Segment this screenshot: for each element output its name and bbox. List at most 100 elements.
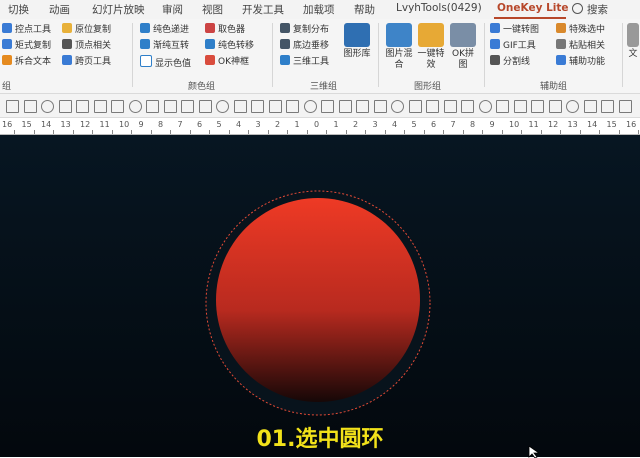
- copy-distribute-icon: [280, 23, 290, 33]
- ribbon-item[interactable]: 控点工具: [2, 23, 51, 37]
- ruler-number: 12: [548, 120, 559, 129]
- toolbar-button-icon[interactable]: [478, 100, 492, 113]
- red-gradient-circle[interactable]: [216, 198, 420, 402]
- toolbar-button-icon[interactable]: [93, 100, 107, 113]
- ruler-tick: [579, 130, 581, 134]
- ruler-number: 8: [470, 120, 476, 129]
- toolbar-button-icon[interactable]: [6, 100, 19, 113]
- ruler-tick: [462, 130, 464, 134]
- ruler-number: 11: [528, 120, 539, 129]
- copy-in-place-icon: [62, 23, 72, 33]
- ruler-number: 6: [431, 120, 437, 129]
- toolbar-button-icon[interactable]: [181, 100, 194, 113]
- tab-addins[interactable]: 加载项: [303, 2, 335, 17]
- ribbon-item[interactable]: 三维工具: [280, 55, 329, 69]
- search-box[interactable]: 搜索: [572, 2, 608, 17]
- ruler-tick: [618, 130, 620, 134]
- ribbon-item[interactable]: 原位复制: [62, 23, 111, 37]
- ribbon-item[interactable]: 拆合文本: [2, 55, 51, 69]
- toolbar-button-icon[interactable]: [198, 100, 212, 113]
- ribbon-item[interactable]: 纯色递进: [140, 23, 189, 37]
- tab-onekey-lite[interactable]: OneKey Lite: [497, 2, 569, 14]
- ruler-number: 6: [197, 120, 203, 129]
- toolbar-button-icon[interactable]: [338, 100, 352, 113]
- tab-transitions[interactable]: 切换: [8, 2, 29, 17]
- toolbar-button-icon[interactable]: [548, 100, 562, 113]
- toolbar-button-icon[interactable]: [23, 100, 37, 113]
- toolbar-button-icon[interactable]: [618, 100, 632, 113]
- toolbar-button-icon[interactable]: [461, 100, 474, 113]
- ruler-number: 16: [2, 120, 13, 129]
- toolbar-button-icon[interactable]: [76, 100, 89, 113]
- toolbar-button-icon[interactable]: [163, 100, 177, 113]
- toolbar-button-icon[interactable]: [443, 100, 457, 113]
- shape-library-button[interactable]: 图形库: [342, 23, 372, 60]
- ruler-tick: [228, 130, 230, 134]
- ribbon-item[interactable]: 复制分布: [280, 23, 329, 37]
- toolbar-button-icon[interactable]: [496, 100, 509, 113]
- toolbar-button-icon[interactable]: [233, 100, 247, 113]
- toolbar-button-icon[interactable]: [303, 100, 317, 113]
- ruler-number: 11: [99, 120, 110, 129]
- toolbar-button-icon[interactable]: [58, 100, 72, 113]
- ribbon-item[interactable]: OK神框: [205, 55, 249, 69]
- ribbon-item[interactable]: 特殊选中: [556, 23, 605, 37]
- toolbar-button-icon[interactable]: [251, 100, 264, 113]
- tab-animations[interactable]: 动画: [49, 2, 70, 17]
- toolbar-button-icon[interactable]: [408, 100, 422, 113]
- bottom-shift-icon: [280, 39, 290, 49]
- toolbar-button-icon[interactable]: [146, 100, 159, 113]
- toolbar-button-icon[interactable]: [391, 100, 404, 113]
- tab-developer[interactable]: 开发工具: [242, 2, 284, 17]
- toolbar-button-icon[interactable]: [128, 100, 142, 113]
- toolbar-button-icon[interactable]: [583, 100, 597, 113]
- ruler-tick: [540, 130, 542, 134]
- color-value-icon: [140, 55, 152, 67]
- group-label: 三维组: [310, 82, 338, 92]
- effect-icon: [418, 23, 444, 47]
- ruler-number: 4: [236, 120, 242, 129]
- ribbon-item[interactable]: 矩式复制: [2, 39, 51, 53]
- overflow-button[interactable]: 文: [626, 23, 640, 60]
- ribbon-item[interactable]: 顶点相关: [62, 39, 111, 53]
- ribbon-item[interactable]: 取色器: [205, 23, 245, 37]
- ribbon-item[interactable]: 一键转图: [490, 23, 539, 37]
- tab-view[interactable]: 视图: [202, 2, 223, 17]
- tab-slideshow[interactable]: 幻灯片放映: [92, 2, 145, 17]
- toolbar-button-icon[interactable]: [531, 100, 544, 113]
- toolbar-button-icon[interactable]: [321, 100, 334, 113]
- toolbar-button-icon[interactable]: [601, 100, 614, 113]
- ribbon-item[interactable]: 粘贴相关: [556, 39, 605, 53]
- slide-canvas[interactable]: 01.选中圆环: [0, 135, 640, 458]
- tab-help[interactable]: 帮助: [354, 2, 375, 17]
- shape-library-icon: [344, 23, 370, 47]
- toolbar-button-icon[interactable]: [111, 100, 124, 113]
- eyedropper-icon: [205, 23, 215, 33]
- slide-graphics: [205, 190, 431, 416]
- ruler-number: 1: [294, 120, 300, 129]
- ribbon-item[interactable]: 纯色转移: [205, 39, 254, 53]
- tab-review[interactable]: 审阅: [162, 2, 183, 17]
- ok-puzzle-button[interactable]: OK拼图: [448, 23, 478, 71]
- one-click-effect-button[interactable]: 一键特效: [416, 23, 446, 71]
- ribbon-item[interactable]: GIF工具: [490, 39, 536, 53]
- toolbar-button-icon[interactable]: [513, 100, 527, 113]
- ribbon-item[interactable]: 底边垂移: [280, 39, 329, 53]
- toolbar-button-icon[interactable]: [426, 100, 439, 113]
- ribbon-item[interactable]: 辅助功能: [556, 55, 605, 69]
- toolbar-button-icon[interactable]: [356, 100, 369, 113]
- ribbon-item[interactable]: 显示色值: [140, 55, 191, 69]
- toolbar-button-icon[interactable]: [566, 100, 579, 113]
- ribbon-item[interactable]: 分割线: [490, 55, 530, 69]
- toolbar-button-icon[interactable]: [286, 100, 299, 113]
- ribbon-item[interactable]: 渐纯互转: [140, 39, 189, 53]
- ruler-tick: [92, 130, 93, 134]
- image-blend-button[interactable]: 图片混合: [384, 23, 414, 71]
- toolbar-button-icon[interactable]: [216, 100, 229, 113]
- tab-lvyhtools[interactable]: LvyhTools(0429): [396, 2, 482, 14]
- ribbon-item[interactable]: 跨页工具: [62, 55, 111, 69]
- toolbar-button-icon[interactable]: [268, 100, 282, 113]
- toolbar-button-icon[interactable]: [41, 100, 54, 113]
- toolbar-button-icon[interactable]: [373, 100, 387, 113]
- group-label: 辅助组: [540, 82, 568, 92]
